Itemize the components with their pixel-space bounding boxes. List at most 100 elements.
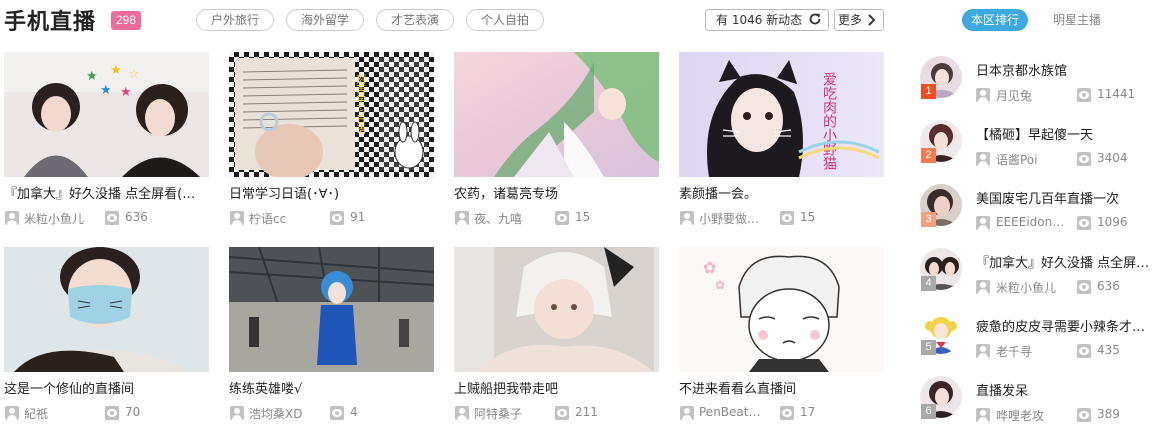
streamer-name[interactable]: 语酱Poi: [996, 151, 1066, 168]
live-room-card[interactable]: ✿ ✿ 不进来看看么直播间 PenBeate… 17: [679, 247, 884, 427]
eye-icon: [1077, 344, 1091, 358]
thumbnail-image: 爱吃肉的小野猫: [679, 52, 884, 177]
thumbnail-image: [4, 247, 209, 372]
streamer-name[interactable]: 老千寻: [996, 343, 1066, 360]
streamer-name[interactable]: 月见兔: [996, 87, 1066, 104]
tag-talent-show[interactable]: 才艺表演: [376, 9, 454, 31]
svg-text:★: ★: [86, 69, 98, 84]
room-thumbnail[interactable]: [454, 52, 659, 177]
live-room-card[interactable]: 这是一个修仙的直播间 紀祇 70: [4, 247, 209, 427]
room-title[interactable]: 农药，诸葛亮专场: [454, 183, 659, 202]
view-count: 15: [575, 210, 591, 224]
view-count: 91: [350, 210, 366, 224]
ranking-title[interactable]: 美国废宅几百年直播一次: [976, 188, 1161, 207]
rank-number: 4: [921, 276, 936, 291]
ranking-meta: EEEEidon… 1096: [976, 215, 1164, 231]
thumbnail-image: 刻苦学习日语: [229, 52, 434, 177]
ranking-item[interactable]: 2 【橘砸】早起傻一天 语酱Poi 3404: [920, 119, 1164, 171]
tab-star-streamers[interactable]: 明星主播: [1044, 9, 1110, 31]
streamer-name[interactable]: 夜、九嘻: [474, 210, 540, 227]
eye-icon: [1077, 152, 1091, 166]
room-meta: 夜、九嘻 15: [454, 209, 659, 227]
view-count: 1096: [1097, 215, 1128, 229]
live-room-card[interactable]: 练练英雄喽√ 浩均桑XD 4: [229, 247, 434, 427]
streamer-name[interactable]: 哗哩老攻: [996, 407, 1066, 424]
ranking-item[interactable]: 5 疲惫的皮皮寻需要小辣条才… 老千寻 435: [920, 311, 1164, 363]
refresh-label: 有 1046 新动态: [716, 13, 803, 27]
tag-filter-bar: 户外旅行 海外留学 才艺表演 个人自拍: [196, 9, 556, 31]
live-room-card[interactable]: 刻苦学习日语 日常学习日语(･∀･) 柠语cc 91: [229, 52, 434, 232]
eye-icon: [1077, 408, 1091, 422]
ranking-item[interactable]: 1 日本京都水族馆 月见兔 11441: [920, 55, 1164, 107]
room-thumbnail[interactable]: [4, 247, 209, 372]
ranking-item[interactable]: 4 『加拿大』好久没播 点全屏… 米粒小鱼儿 636: [920, 247, 1164, 299]
streamer-name[interactable]: 小野要做…: [699, 210, 765, 227]
ranking-title[interactable]: 直播发呆: [976, 380, 1161, 399]
view-count: 11441: [1097, 87, 1136, 101]
chevron-right-icon: [868, 14, 876, 26]
user-icon: [5, 406, 19, 420]
streamer-name[interactable]: PenBeate…: [699, 405, 765, 419]
thumbnail-image: [454, 247, 659, 372]
eye-icon: [1077, 88, 1091, 102]
room-meta: 小野要做… 15: [679, 209, 884, 227]
room-thumbnail[interactable]: 刻苦学习日语: [229, 52, 434, 177]
svg-text:★: ★: [110, 63, 122, 78]
room-title[interactable]: 练练英雄喽√: [229, 378, 434, 397]
eye-icon: [105, 211, 119, 225]
room-title[interactable]: 不进来看看么直播间: [679, 378, 884, 397]
tag-outdoor-travel[interactable]: 户外旅行: [196, 9, 274, 31]
room-meta: 浩均桑XD 4: [229, 404, 434, 422]
streamer-name[interactable]: EEEEidon…: [996, 215, 1066, 229]
ranking-item[interactable]: 3 美国废宅几百年直播一次 EEEEidon… 1096: [920, 183, 1164, 235]
room-title[interactable]: 上贼船把我带走吧: [454, 378, 659, 397]
rank-number: 1: [921, 84, 936, 99]
ranking-meta: 语酱Poi 3404: [976, 151, 1164, 167]
ranking-item[interactable]: 6 直播发呆 哗哩老攻 389: [920, 375, 1164, 427]
streamer-name[interactable]: 米粒小鱼儿: [996, 279, 1066, 296]
refresh-button[interactable]: 有 1046 新动态: [705, 9, 829, 31]
tag-study-abroad[interactable]: 海外留学: [286, 9, 364, 31]
room-thumbnail[interactable]: [454, 247, 659, 372]
eye-icon: [1077, 280, 1091, 294]
room-title[interactable]: 『加拿大』好久没播 点全屏看(…: [4, 183, 209, 202]
eye-icon: [780, 211, 794, 225]
view-count: 636: [1097, 279, 1120, 293]
svg-text:★: ★: [100, 83, 112, 98]
room-thumbnail[interactable]: ✿ ✿: [679, 247, 884, 372]
room-title[interactable]: 日常学习日语(･∀･): [229, 183, 434, 202]
tag-selfie[interactable]: 个人自拍: [466, 9, 544, 31]
streamer-name[interactable]: 紀祇: [24, 405, 90, 422]
live-room-card[interactable]: ★ ★ ★ ★ ☆ 『加拿大』好久没播 点全屏看(… 米粒小鱼儿 636: [4, 52, 209, 232]
ranking-title[interactable]: 『加拿大』好久没播 点全屏…: [976, 252, 1161, 271]
room-meta: 米粒小鱼儿 636: [4, 209, 209, 227]
more-button[interactable]: 更多: [834, 9, 884, 31]
ranking-title[interactable]: 疲惫的皮皮寻需要小辣条才…: [976, 316, 1161, 335]
streamer-name[interactable]: 阿特桑子: [474, 405, 540, 422]
streamer-name[interactable]: 浩均桑XD: [249, 405, 315, 422]
eye-icon: [330, 406, 344, 420]
user-icon: [230, 406, 244, 420]
room-title[interactable]: 素颜播一会。: [679, 183, 884, 202]
streamer-name[interactable]: 米粒小鱼儿: [24, 210, 90, 227]
ranking-title[interactable]: 日本京都水族馆: [976, 60, 1161, 79]
streamer-name[interactable]: 柠语cc: [249, 210, 315, 227]
live-room-card[interactable]: 爱吃肉的小野猫 素颜播一会。 小野要做… 15: [679, 52, 884, 232]
svg-text:✿: ✿: [715, 278, 725, 292]
room-thumbnail[interactable]: 爱吃肉的小野猫: [679, 52, 884, 177]
live-room-card[interactable]: 上贼船把我带走吧 阿特桑子 211: [454, 247, 659, 427]
thumbnail-image: ★ ★ ★ ★ ☆: [4, 52, 209, 177]
room-title[interactable]: 这是一个修仙的直播间: [4, 378, 209, 397]
live-room-card[interactable]: 农药，诸葛亮专场 夜、九嘻 15: [454, 52, 659, 232]
more-label: 更多: [838, 13, 863, 27]
ranking-title[interactable]: 【橘砸】早起傻一天: [976, 124, 1161, 143]
room-meta: PenBeate… 17: [679, 404, 884, 422]
room-thumbnail[interactable]: [229, 247, 434, 372]
user-icon: [680, 211, 694, 225]
user-icon: [5, 211, 19, 225]
room-thumbnail[interactable]: ★ ★ ★ ★ ☆: [4, 52, 209, 177]
user-icon: [976, 280, 990, 294]
view-count: 435: [1097, 343, 1120, 357]
tab-area-ranking[interactable]: 本区排行: [962, 9, 1029, 31]
user-icon: [976, 344, 990, 358]
